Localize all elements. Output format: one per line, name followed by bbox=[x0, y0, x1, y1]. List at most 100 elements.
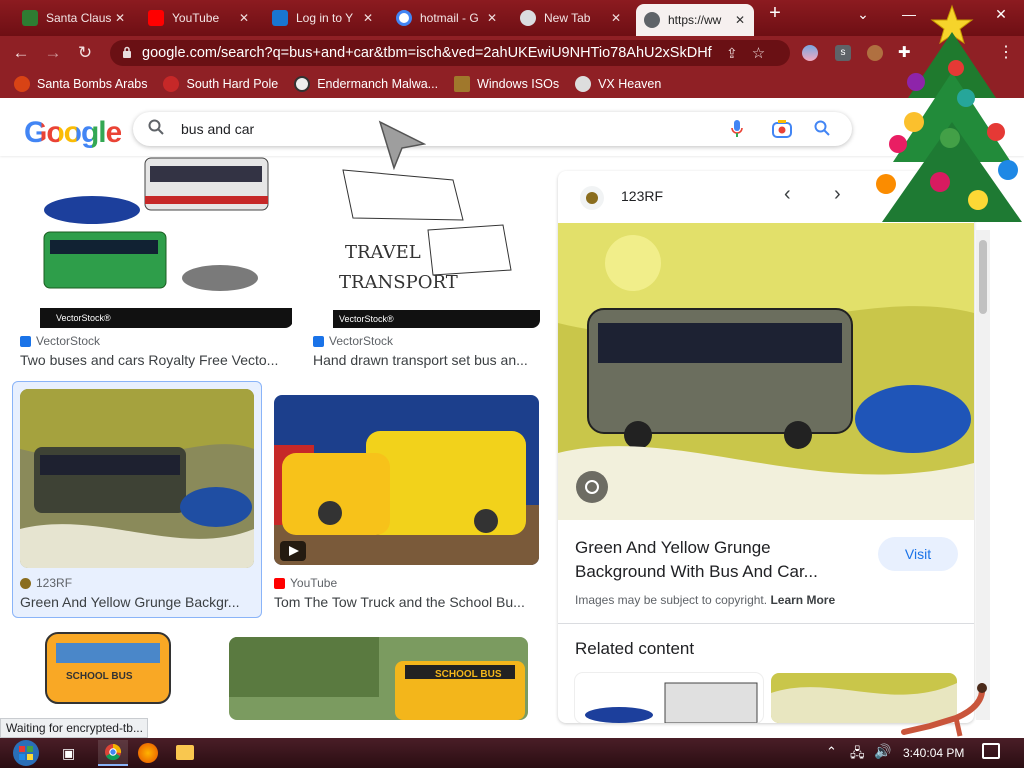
bookmark-santa-bombs[interactable]: Santa Bombs Arabs bbox=[14, 76, 147, 92]
search-input[interactable]: bus and car bbox=[181, 121, 254, 137]
tab-youtube[interactable]: YouTube ✕ bbox=[140, 4, 258, 32]
santa-favicon-icon bbox=[22, 10, 38, 26]
search-submit-icon[interactable] bbox=[814, 120, 830, 141]
forward-arrow-icon[interactable]: → bbox=[42, 42, 64, 64]
tab-hotmail[interactable]: hotmail - G ✕ bbox=[388, 4, 506, 32]
bookmark-label: Santa Bombs Arabs bbox=[37, 77, 148, 91]
bookmark-label: South Hard Pole bbox=[186, 77, 279, 91]
windows-taskbar: ▣ ⌃ 🖧 🔊 3:40:04 PM bbox=[0, 738, 1024, 768]
result-title[interactable]: Hand drawn transport set bus an... bbox=[313, 352, 535, 368]
loading-status-bubble: Waiting for encrypted-tb... bbox=[0, 718, 148, 738]
tab-active-google-images[interactable]: https://ww ✕ bbox=[636, 4, 754, 36]
firefox-icon[interactable] bbox=[138, 743, 158, 763]
bookmark-label: Endermanch Malwa... bbox=[317, 77, 439, 91]
profile-color-icon[interactable] bbox=[802, 45, 818, 61]
globe-favicon-icon bbox=[644, 12, 660, 28]
bookmark-windows-isos[interactable]: Windows ISOs bbox=[454, 76, 559, 92]
result-source[interactable]: YouTube bbox=[274, 576, 337, 590]
result-source[interactable]: 123RF bbox=[20, 576, 72, 590]
address-bar[interactable]: google.com/search?q=bus+and+car&tbm=isch… bbox=[110, 40, 790, 66]
tab-log-in[interactable]: Log in to Y ✕ bbox=[264, 4, 382, 32]
result-source-label: VectorStock bbox=[329, 334, 394, 348]
tab-close-icon[interactable]: ✕ bbox=[360, 11, 376, 25]
vectorstock-icon bbox=[313, 335, 324, 347]
volume-icon[interactable]: 🔊 bbox=[874, 743, 891, 760]
tab-close-icon[interactable]: ✕ bbox=[732, 13, 748, 27]
bookmark-endermanch[interactable]: Endermanch Malwa... bbox=[294, 76, 438, 92]
next-chevron-icon[interactable]: › bbox=[834, 183, 841, 206]
back-arrow-icon[interactable]: ← bbox=[10, 42, 32, 64]
google-lens-icon[interactable] bbox=[772, 120, 792, 143]
bookmark-vx-heaven[interactable]: VX Heaven bbox=[575, 76, 661, 92]
reload-icon[interactable]: ↻ bbox=[74, 42, 96, 64]
result-source-label: YouTube bbox=[290, 576, 338, 590]
notifications-icon[interactable] bbox=[982, 743, 1000, 759]
search-box[interactable]: bus and car bbox=[133, 112, 852, 146]
related-thumbnail[interactable] bbox=[575, 673, 763, 723]
network-icon[interactable]: 🖧 bbox=[850, 744, 865, 766]
vectorstock-watermark: VectorStock® bbox=[56, 313, 111, 323]
panel-source[interactable]: 123RF bbox=[621, 188, 663, 204]
tray-chevron-up-icon[interactable]: ⌃ bbox=[826, 744, 837, 760]
task-view-icon[interactable]: ▣ bbox=[62, 745, 75, 762]
school-bus-art-text: SCHOOL BUS bbox=[435, 669, 502, 680]
result-thumbnail[interactable]: SCHOOL BUS bbox=[229, 637, 528, 720]
related-content-heading: Related content bbox=[575, 639, 695, 658]
result-source[interactable]: VectorStock bbox=[20, 334, 100, 348]
bookmark-label: Windows ISOs bbox=[477, 77, 560, 91]
tab-close-icon[interactable]: ✕ bbox=[484, 11, 500, 25]
scrollbar-thumb[interactable] bbox=[979, 240, 987, 314]
tab-close-icon[interactable]: ✕ bbox=[112, 11, 128, 25]
panel-title[interactable]: Green And Yellow Grunge Background With … bbox=[575, 536, 865, 584]
extension-s-icon[interactable]: s bbox=[835, 45, 851, 61]
tab-close-icon[interactable]: ✕ bbox=[236, 11, 252, 25]
bookmark-star-icon[interactable]: ☆ bbox=[752, 44, 765, 62]
learn-more-link[interactable]: Learn More bbox=[770, 593, 835, 607]
tab-santa-claus[interactable]: Santa Claus ✕ bbox=[14, 4, 134, 32]
bookmark-south-hard-pole[interactable]: South Hard Pole bbox=[163, 76, 278, 92]
google-logo[interactable]: Google bbox=[24, 116, 122, 150]
tab-title: Log in to Y bbox=[296, 11, 354, 25]
123rf-source-icon bbox=[580, 186, 604, 210]
bookmark-favicon-icon bbox=[14, 76, 30, 92]
result-title[interactable]: Tom The Tow Truck and the School Bu... bbox=[274, 594, 536, 610]
share-icon[interactable]: ⇪ bbox=[726, 45, 738, 62]
result-thumbnail[interactable]: TRAVEL TRANSPORT VectorStock® bbox=[313, 140, 540, 328]
result-thumbnail[interactable]: VectorStock® bbox=[20, 140, 293, 328]
login-favicon-icon bbox=[272, 10, 288, 26]
bookmark-label: VX Heaven bbox=[598, 77, 662, 91]
file-explorer-icon[interactable] bbox=[176, 745, 194, 760]
tab-title: YouTube bbox=[172, 11, 220, 25]
lock-icon bbox=[122, 46, 132, 61]
tab-close-icon[interactable]: ✕ bbox=[608, 11, 624, 25]
christmas-tree-decoration bbox=[866, 2, 1024, 233]
school-bus-art-text: SCHOOL BUS bbox=[66, 671, 133, 682]
snowflake-icon bbox=[163, 76, 180, 92]
archive-icon bbox=[454, 76, 471, 92]
visit-button[interactable]: Visit bbox=[878, 537, 958, 571]
image-preview-panel: 123RF ‹ › Green And Yellow Grunge Backgr… bbox=[558, 171, 974, 723]
tab-title: hotmail - G bbox=[420, 11, 479, 25]
tab-new-tab[interactable]: New Tab ✕ bbox=[512, 4, 630, 32]
result-thumbnail[interactable] bbox=[20, 389, 254, 568]
new-tab-button[interactable]: + bbox=[760, 2, 790, 25]
result-thumbnail[interactable] bbox=[274, 395, 539, 565]
123rf-icon bbox=[20, 577, 31, 589]
start-button[interactable] bbox=[8, 738, 44, 768]
copyright-notice: Images may be subject to copyright. Lear… bbox=[575, 593, 835, 607]
result-source-label: VectorStock bbox=[36, 334, 101, 348]
search-icon bbox=[148, 119, 164, 139]
taskbar-chrome-button[interactable] bbox=[98, 740, 128, 766]
result-title[interactable]: Green And Yellow Grunge Backgr... bbox=[20, 594, 256, 610]
result-source[interactable]: VectorStock bbox=[313, 334, 393, 348]
taskbar-clock[interactable]: 3:40:04 PM bbox=[903, 746, 964, 760]
divider bbox=[558, 623, 974, 624]
preview-image[interactable] bbox=[558, 223, 974, 520]
microphone-icon[interactable] bbox=[731, 120, 743, 143]
result-source-label: 123RF bbox=[36, 576, 73, 590]
dancing-figure-decoration bbox=[900, 682, 990, 743]
previous-chevron-icon[interactable]: ‹ bbox=[784, 183, 791, 206]
copyright-text: Images may be subject to copyright. bbox=[575, 593, 768, 607]
result-thumbnail[interactable]: SCHOOL BUS bbox=[20, 631, 196, 720]
result-title[interactable]: Two buses and cars Royalty Free Vecto... bbox=[20, 352, 286, 368]
